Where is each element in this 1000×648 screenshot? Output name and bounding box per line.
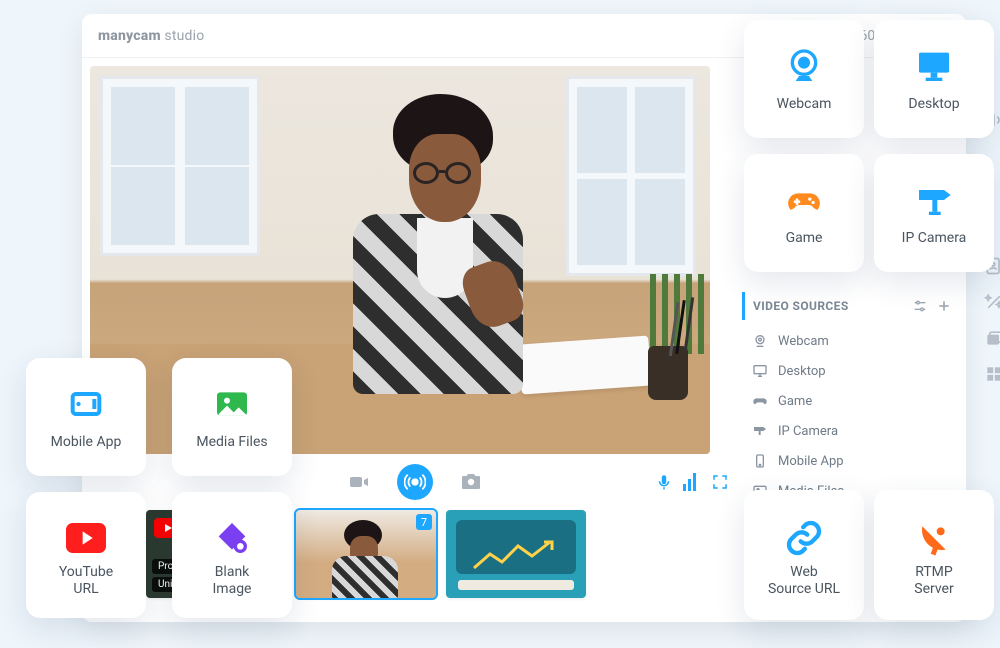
video-sources-header: VIDEO SOURCES bbox=[742, 292, 958, 320]
video-toggle-icon[interactable] bbox=[345, 468, 373, 496]
bg-window-left bbox=[100, 76, 260, 256]
media-icon bbox=[212, 384, 252, 424]
fullscreen-icon[interactable] bbox=[706, 468, 734, 496]
mic-icon[interactable] bbox=[655, 473, 673, 491]
desktop-icon bbox=[914, 46, 954, 86]
tile-game[interactable]: Game bbox=[744, 154, 864, 272]
tile-label: Mobile App bbox=[51, 434, 122, 450]
tile-youtube-url[interactable]: YouTubeURL bbox=[26, 492, 146, 618]
tile-label: IP Camera bbox=[902, 230, 967, 246]
source-item-desktop[interactable]: Desktop bbox=[748, 356, 958, 386]
tile-rtmp-server[interactable]: RTMPServer bbox=[874, 490, 994, 620]
snapshot-icon[interactable] bbox=[457, 468, 485, 496]
mobile-icon bbox=[66, 384, 106, 424]
tile-desktop[interactable]: Desktop bbox=[874, 20, 994, 138]
layers-icon[interactable] bbox=[984, 328, 1000, 348]
tile-webcam[interactable]: Webcam bbox=[744, 20, 864, 138]
bg-cup bbox=[648, 346, 688, 400]
video-sources-title: VIDEO SOURCES bbox=[753, 299, 849, 313]
source-item-webcam[interactable]: Webcam bbox=[748, 326, 958, 356]
webcam-icon bbox=[784, 46, 824, 86]
bg-person bbox=[325, 102, 545, 402]
tile-mobile-app[interactable]: Mobile App bbox=[26, 358, 146, 476]
tile-label: YouTubeURL bbox=[59, 564, 113, 598]
tile-label: BlankImage bbox=[213, 564, 252, 598]
preset-badge: 7 bbox=[416, 514, 432, 530]
source-item-game[interactable]: Game bbox=[748, 386, 958, 416]
preset-thumb[interactable] bbox=[446, 510, 586, 598]
preset-thumb[interactable]: 7 bbox=[296, 510, 436, 598]
source-item-ipcamera[interactable]: IP Camera bbox=[748, 416, 958, 446]
tile-label: Webcam bbox=[777, 96, 832, 112]
audio-level-icon bbox=[683, 473, 696, 491]
link-icon bbox=[784, 518, 824, 558]
tile-label: RTMPServer bbox=[914, 564, 953, 598]
grid-icon[interactable] bbox=[984, 364, 1000, 384]
brand-logo: manycam studio bbox=[98, 28, 204, 44]
tile-label: Game bbox=[786, 230, 823, 246]
source-item-mobile[interactable]: Mobile App bbox=[748, 446, 958, 476]
tile-ipcamera[interactable]: IP Camera bbox=[874, 154, 994, 272]
add-source-icon[interactable] bbox=[936, 298, 952, 314]
ipcamera-icon bbox=[914, 180, 954, 220]
blank-image-icon bbox=[212, 518, 252, 558]
sources-settings-icon[interactable] bbox=[912, 298, 928, 314]
tile-web-source-url[interactable]: WebSource URL bbox=[744, 490, 864, 620]
tile-blank-image[interactable]: BlankImage bbox=[172, 492, 292, 618]
bg-window-right bbox=[566, 76, 696, 276]
satellite-icon bbox=[914, 518, 954, 558]
youtube-icon bbox=[66, 518, 106, 558]
wand-icon[interactable] bbox=[984, 292, 1000, 312]
tile-label: Media Files bbox=[196, 434, 267, 450]
game-icon bbox=[784, 180, 824, 220]
tile-media-files[interactable]: Media Files bbox=[172, 358, 292, 476]
tile-label: WebSource URL bbox=[768, 564, 840, 598]
controls-right bbox=[655, 468, 734, 496]
broadcast-button[interactable] bbox=[397, 464, 433, 500]
tile-label: Desktop bbox=[908, 96, 959, 112]
